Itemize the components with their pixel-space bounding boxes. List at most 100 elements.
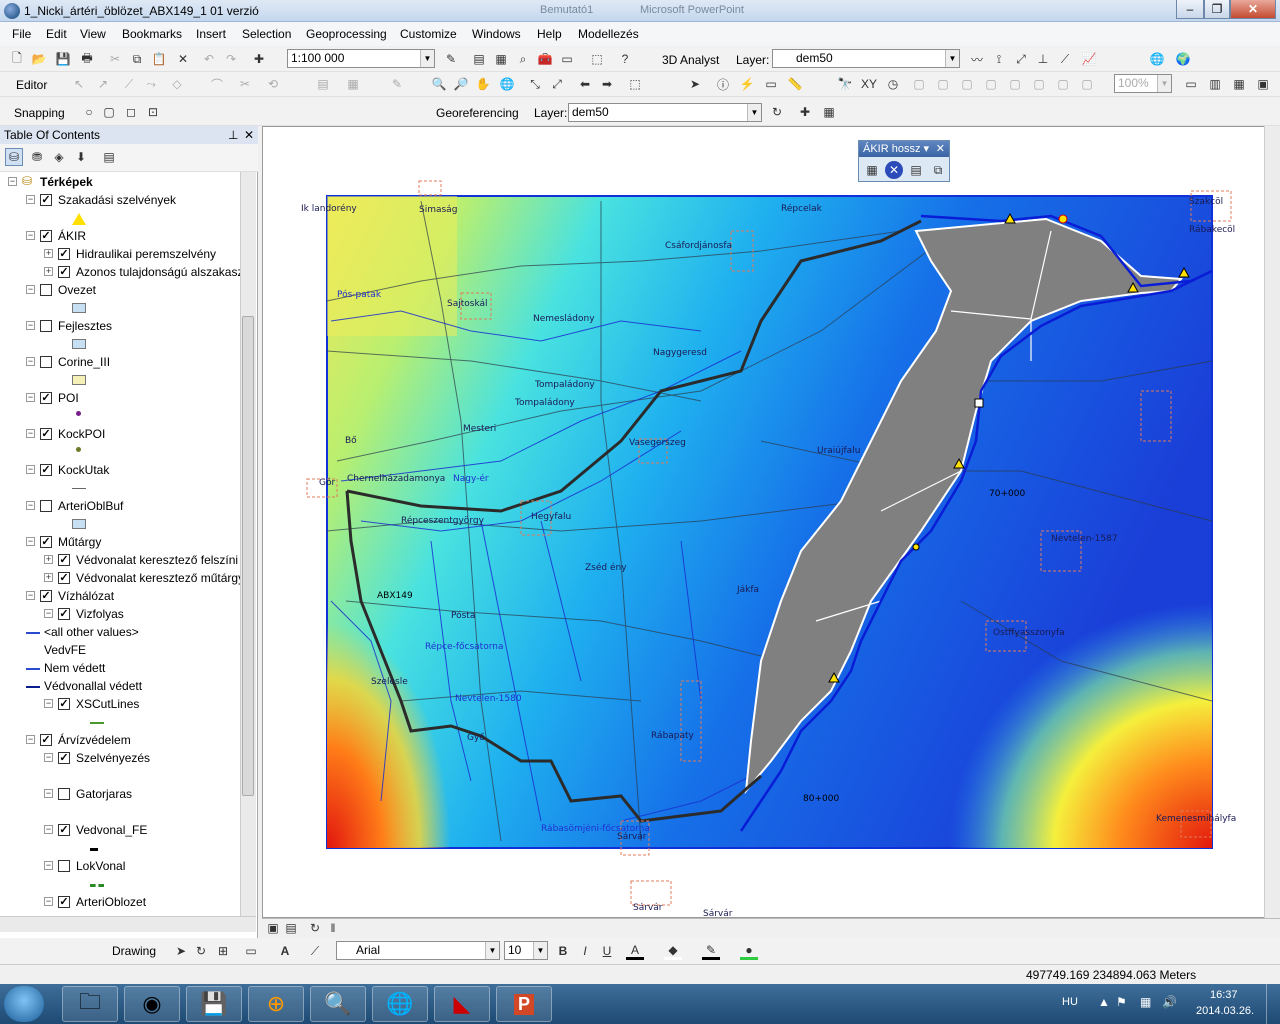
full-extent-icon[interactable]: 🌐 (498, 75, 516, 93)
collapse-icon[interactable]: − (26, 285, 35, 294)
bold-icon[interactable]: B (554, 942, 572, 960)
back-extent-icon[interactable]: ⬅ (576, 75, 594, 93)
create-features-icon[interactable]: ✎ (388, 75, 406, 93)
layer-visibility-checkbox[interactable]: ✓ (58, 248, 70, 260)
3d-layer-select[interactable]: dem50 ▼ (772, 49, 960, 68)
redo-icon[interactable]: ↷ (222, 50, 240, 68)
paste-icon[interactable]: 📋 (150, 50, 168, 68)
toc-layer-row[interactable]: <all other values> (0, 624, 240, 640)
toc-horizontal-scrollbar[interactable] (0, 916, 256, 932)
reshape-icon[interactable]: ⌒ (208, 75, 226, 93)
add-control-points-icon[interactable]: ✚ (796, 103, 814, 121)
fill-color-icon[interactable]: ◆ (664, 942, 682, 960)
toc-layer-row[interactable]: − ✓ Szakadási szelvények (0, 192, 240, 208)
layer-visibility-checkbox[interactable]: ✓ (40, 464, 52, 476)
select-elements-icon[interactable]: ➤ (172, 942, 190, 960)
toc-layer-row[interactable]: − ✓ ArteriOblozet (0, 894, 240, 910)
layer-visibility-checkbox[interactable]: ✓ (58, 554, 70, 566)
add-data-icon[interactable]: ✚ (250, 50, 268, 68)
zoom-out-icon[interactable]: 🔎 (452, 75, 470, 93)
rectangle-icon[interactable]: ▭ (242, 942, 260, 960)
toc-layer-row[interactable]: − ✓ Árvízvédelem (0, 732, 240, 748)
powerpoint-taskbar-button[interactable]: P (496, 986, 552, 1022)
arcscene-taskbar-button[interactable]: ◣ (434, 986, 490, 1022)
identify-icon[interactable]: ⓘ (714, 75, 732, 93)
toc-layer-row[interactable]: − Fejlesztes (0, 318, 240, 334)
toc-layer-row[interactable]: − Gatorjaras (0, 786, 240, 802)
maximize-button[interactable]: ❐ (1204, 0, 1230, 19)
toc-options-icon[interactable]: ▤ (100, 148, 118, 166)
collapse-icon[interactable]: − (44, 825, 53, 834)
toc-scroll-thumb[interactable] (242, 316, 254, 796)
toc-layer-row[interactable]: − ✓ Vízhálózat (0, 588, 240, 604)
layer-visibility-checkbox[interactable]: ✓ (58, 572, 70, 584)
toc-layer-row[interactable]: − Corine_III (0, 354, 240, 370)
toc-layer-row[interactable]: + ✓ Védvonalat keresztező felszíni (0, 552, 240, 568)
interpolate-line-icon[interactable]: ⟋ (1056, 50, 1074, 68)
show-hidden-icons-icon[interactable]: ▲ (1098, 995, 1110, 1009)
steepest-path-icon[interactable]: ⟟ (990, 50, 1008, 68)
collapse-icon[interactable]: − (26, 465, 35, 474)
menu-customize[interactable]: Customize (400, 27, 457, 41)
vertex-snap-icon[interactable]: ◻ (122, 103, 140, 121)
menu-help[interactable]: Help (537, 27, 562, 41)
edit-vertices-icon[interactable]: ⟋ (306, 942, 324, 960)
show-desktop-button[interactable] (1266, 984, 1280, 1024)
arcmap-taskbar-button[interactable]: 🔍 (310, 986, 366, 1022)
arcscene-icon[interactable]: 🌐 (1148, 50, 1166, 68)
georef-tool-1-icon[interactable]: ▢ (910, 75, 928, 93)
open-icon[interactable]: 📂 (30, 50, 48, 68)
effects-icon[interactable]: ▣ (1254, 75, 1272, 93)
font-size-select[interactable]: 10 ▼ (504, 941, 548, 960)
layout-view-icon[interactable]: ▭ (1182, 75, 1200, 93)
pause-drawing-icon[interactable]: ‖ (324, 919, 342, 937)
language-indicator[interactable]: HU (1062, 996, 1078, 1008)
underline-icon[interactable]: U (598, 942, 616, 960)
collapse-icon[interactable]: − (44, 861, 53, 870)
pin-icon[interactable]: ⊥ (228, 128, 238, 142)
toc-window-icon[interactable]: ▤ (470, 50, 488, 68)
collapse-icon[interactable]: − (26, 591, 35, 600)
layer-visibility-checkbox[interactable] (58, 788, 70, 800)
layer-visibility-checkbox[interactable]: ✓ (58, 266, 70, 278)
line-color-icon[interactable]: ✎ (702, 942, 720, 960)
flicker-icon[interactable]: ▦ (1230, 75, 1248, 93)
toc-layer-row[interactable]: − ✓ Műtárgy (0, 534, 240, 550)
clock-date[interactable]: 2014.03.26. (1196, 1005, 1254, 1017)
collapse-icon[interactable]: − (26, 501, 35, 510)
rotate-element-icon[interactable]: ↻ (192, 942, 210, 960)
toc-layer-row[interactable]: − Ovezet (0, 282, 240, 298)
layer-visibility-checkbox[interactable]: ✓ (40, 428, 52, 440)
cut-icon[interactable]: ✂ (106, 50, 124, 68)
toc-layer-row[interactable]: − ✓ Szelvényezés (0, 750, 240, 766)
chevron-down-icon[interactable]: ▾ (924, 143, 930, 155)
profile-graph-icon[interactable]: 📈 (1080, 50, 1098, 68)
explorer-taskbar-button[interactable]: 🗀 (62, 986, 118, 1022)
clock-time[interactable]: 16:37 (1210, 989, 1238, 1001)
layer-visibility-checkbox[interactable]: ✓ (58, 896, 70, 908)
collapse-icon[interactable]: − (26, 357, 35, 366)
sketch-properties-icon[interactable]: ▦ (344, 75, 362, 93)
map-vertical-scrollbar[interactable] (1264, 126, 1280, 918)
select-elements-icon[interactable]: ➤ (686, 75, 704, 93)
table-icon[interactable]: ▤ (907, 161, 925, 179)
close-icon[interactable]: ✕ (936, 141, 945, 157)
map-scale-select[interactable]: 1:100 000 ▼ (287, 49, 435, 68)
print-icon[interactable]: 🖶 (78, 50, 96, 68)
toc-layer-row[interactable]: − LokVonal (0, 858, 240, 874)
toc-layer-row[interactable]: − ✓ Vedvonal_FE (0, 822, 240, 838)
editor-menu[interactable]: Editor (16, 78, 47, 92)
marker-color-icon[interactable]: ● (740, 942, 758, 960)
select-features-icon[interactable]: ⬚ (626, 75, 644, 93)
list-by-selection-icon[interactable]: ⬇ (72, 148, 90, 166)
layer-visibility-checkbox[interactable]: ✓ (40, 536, 52, 548)
point-snap-icon[interactable]: ○ (80, 103, 98, 121)
forward-extent-icon[interactable]: ➡ (598, 75, 616, 93)
rotate-icon[interactable]: ↻ (768, 103, 786, 121)
font-family-select[interactable]: Arial ▼ (336, 941, 500, 960)
hyperlink-icon[interactable]: ⚡ (738, 75, 756, 93)
collapse-icon[interactable]: − (26, 393, 35, 402)
list-by-source-icon[interactable]: ⛃ (28, 148, 46, 166)
fixed-zoom-out-icon[interactable]: ⤢ (548, 75, 566, 93)
zoom-in-icon[interactable]: 🔍 (430, 75, 448, 93)
